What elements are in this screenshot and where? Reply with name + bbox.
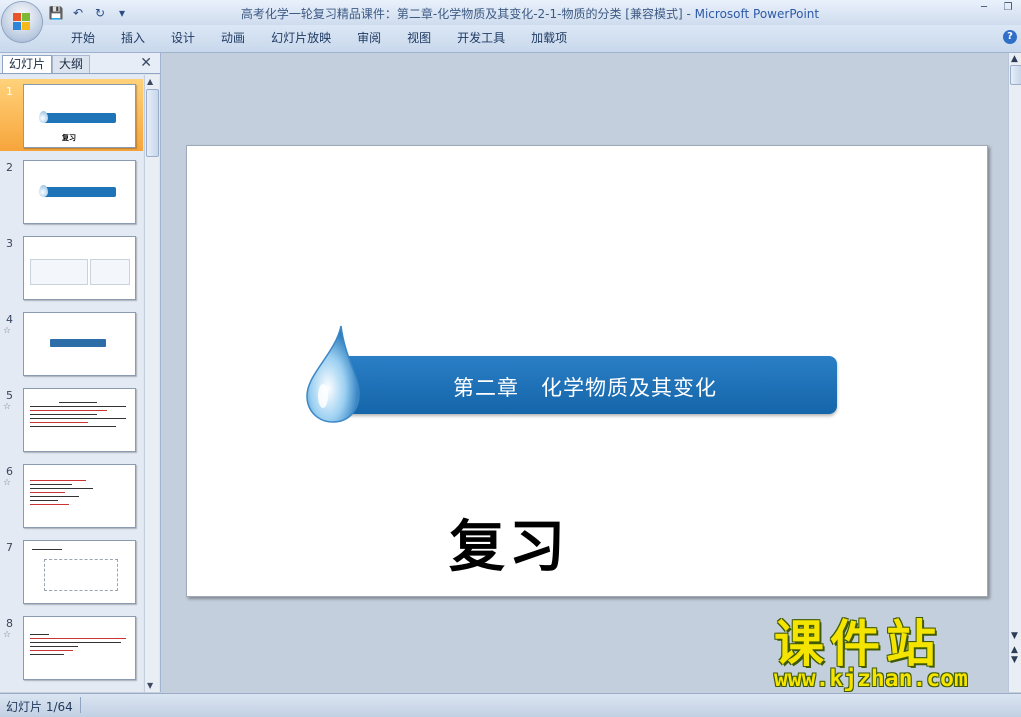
tab-outline[interactable]: 大纲: [52, 55, 91, 73]
restore-icon[interactable]: ❐: [1001, 2, 1015, 13]
water-drop-icon: [306, 325, 360, 423]
panel-tabs: 幻灯片 大纲 ✕: [0, 53, 160, 74]
slide-thumb-1[interactable]: 1 复习: [0, 79, 143, 151]
text-lines: [30, 631, 126, 658]
slide-preview: [23, 540, 136, 604]
slide-thumb-2[interactable]: 2: [0, 155, 143, 227]
watermark: 课件站 www.kjzhan.com: [770, 616, 1010, 696]
slide-thumb-4[interactable]: 4 ☆: [0, 307, 143, 379]
panel-scrollbar[interactable]: ▲ ▼: [144, 75, 159, 692]
slide-number: 1: [6, 85, 13, 98]
text-lines: [30, 477, 100, 508]
scroll-up-icon[interactable]: ▲: [1011, 55, 1018, 64]
animation-star-icon: ☆: [3, 326, 12, 336]
tab-addins[interactable]: 加载项: [518, 30, 580, 46]
slide-number: 4: [6, 313, 13, 326]
slide-preview: [23, 236, 136, 300]
title-bar: 💾 ↶ ↻ ▾ 高考化学一轮复习精品课件：第二章-化学物质及其变化-2-1-物质…: [0, 0, 1021, 25]
close-icon[interactable]: ✕: [140, 55, 152, 71]
slide-thumb-8[interactable]: 8 ☆: [0, 611, 143, 683]
diagram-shape: [44, 559, 118, 591]
slide-subtitle: 复习: [449, 514, 569, 580]
save-icon[interactable]: 💾: [48, 5, 64, 21]
animation-star-icon: ☆: [3, 478, 12, 488]
app-name: Microsoft PowerPoint: [694, 7, 820, 21]
previous-slide-icon[interactable]: ▲: [1011, 646, 1018, 655]
tab-slides[interactable]: 幻灯片: [2, 55, 53, 73]
scroll-thumb[interactable]: [1010, 65, 1021, 85]
window-controls: ─ ❐: [977, 2, 1015, 13]
slide-number: 6: [6, 465, 13, 478]
ribbon: 开始 插入 设计 动画 幻灯片放映 审阅 视图 开发工具 加载项 ?: [0, 25, 1021, 53]
quick-access-toolbar: 💾 ↶ ↻ ▾: [48, 4, 130, 21]
text-box: [90, 259, 130, 285]
slide-number: 2: [6, 161, 13, 174]
watermark-url: www.kjzhan.com: [774, 666, 968, 692]
scroll-down-icon[interactable]: ▼: [1011, 632, 1018, 641]
drop-shape: [39, 111, 48, 123]
animation-star-icon: ☆: [3, 402, 12, 412]
tab-review[interactable]: 审阅: [344, 30, 394, 46]
scroll-down-icon[interactable]: ▼: [147, 681, 153, 690]
help-icon[interactable]: ?: [1003, 30, 1017, 44]
banner-shape: [44, 113, 116, 123]
slide-number: 3: [6, 237, 13, 250]
tab-design[interactable]: 设计: [158, 30, 208, 46]
ribbon-tabs: 开始 插入 设计 动画 幻灯片放映 审阅 视图 开发工具 加载项: [58, 30, 580, 46]
tab-insert[interactable]: 插入: [108, 30, 158, 46]
current-slide[interactable]: 第二章 化学物质及其变化 复习: [186, 145, 988, 597]
drop-shape: [39, 185, 48, 197]
slide-number: 8: [6, 617, 13, 630]
slide-preview: [23, 616, 136, 680]
undo-icon[interactable]: ↶: [70, 5, 86, 21]
office-button[interactable]: [2, 2, 42, 42]
tab-home[interactable]: 开始: [58, 30, 108, 46]
slide-thumbnails: 1 复习 2 3 4 ☆ 5 ☆ 6 ☆ 7 8 ☆: [0, 75, 143, 692]
slide-caption: 复习: [62, 134, 76, 142]
tab-slideshow[interactable]: 幻灯片放映: [258, 30, 344, 46]
text-box: [30, 259, 88, 285]
redo-icon[interactable]: ↻: [92, 5, 108, 21]
banner-shape: [50, 339, 106, 347]
slide-preview: 复习: [23, 84, 136, 148]
window-title: 高考化学一轮复习精品课件：第二章-化学物质及其变化-2-1-物质的分类 [兼容模…: [150, 5, 910, 22]
scroll-thumb[interactable]: [146, 89, 159, 157]
banner-shape: [44, 187, 116, 197]
slide-thumb-7[interactable]: 7: [0, 535, 143, 607]
slide-preview: [23, 160, 136, 224]
slide-thumb-5[interactable]: 5 ☆: [0, 383, 143, 455]
office-logo-icon: [13, 13, 31, 31]
next-slide-icon[interactable]: ▼: [1011, 656, 1018, 665]
tab-view[interactable]: 视图: [394, 30, 444, 46]
slide-preview: [23, 312, 136, 376]
slide-number: 5: [6, 389, 13, 402]
tab-animation[interactable]: 动画: [208, 30, 258, 46]
editor-scrollbar[interactable]: ▲ ▼ ▲ ▼: [1008, 53, 1021, 692]
divider: [80, 697, 81, 713]
slides-panel: 幻灯片 大纲 ✕ 1 复习 2 3 4 ☆ 5 ☆ 6 ☆ 7 8 ☆ ▲ ▼: [0, 53, 161, 692]
watermark-title: 课件站: [774, 615, 942, 673]
slide-thumb-3[interactable]: 3: [0, 231, 143, 303]
slide-thumb-6[interactable]: 6 ☆: [0, 459, 143, 531]
slide-preview: [23, 388, 136, 452]
customize-icon[interactable]: ▾: [114, 5, 130, 21]
scroll-up-icon[interactable]: ▲: [147, 77, 153, 86]
slide-number: 7: [6, 541, 13, 554]
status-bar: 幻灯片 1/64: [0, 693, 1021, 717]
text-line: [32, 549, 62, 550]
slide-editor: 第二章 化学物质及其变化 复习: [162, 53, 1008, 692]
text-lines: [30, 399, 126, 430]
slide-preview: [23, 464, 136, 528]
chapter-banner: 第二章 化学物质及其变化: [335, 356, 837, 414]
animation-star-icon: ☆: [3, 630, 12, 640]
slide-counter: 幻灯片 1/64: [6, 700, 73, 714]
tab-developer[interactable]: 开发工具: [444, 30, 518, 46]
minimize-icon[interactable]: ─: [977, 2, 991, 13]
document-title: 高考化学一轮复习精品课件：第二章-化学物质及其变化-2-1-物质的分类 [兼容模…: [240, 7, 695, 21]
chapter-title: 第二章 化学物质及其变化: [453, 376, 717, 400]
